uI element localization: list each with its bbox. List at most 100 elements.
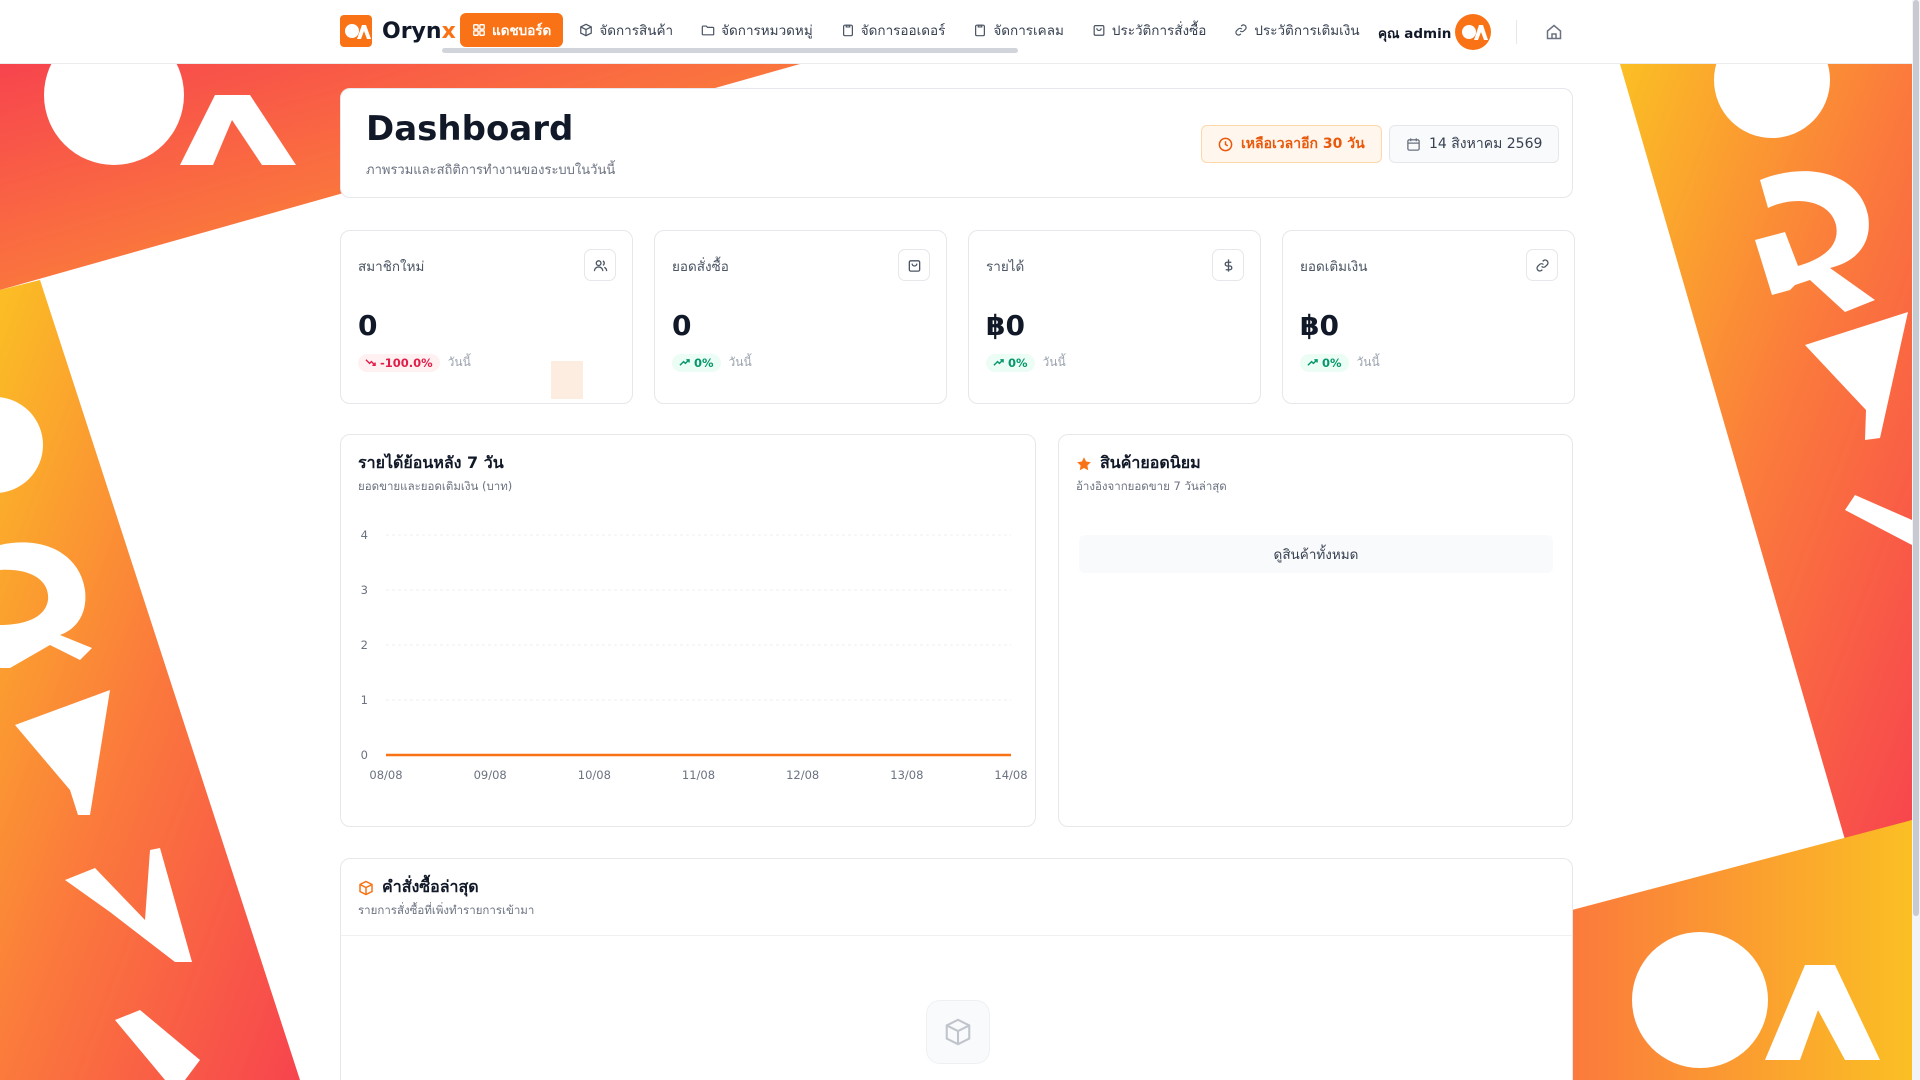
folder-icon — [701, 25, 715, 36]
nav-item-label: จัดการเคลม — [993, 23, 1064, 39]
stat-footer: 0% วันนี้ — [672, 353, 752, 372]
stat-value: ฿0 — [1300, 309, 1339, 342]
x-tick-label: 14/08 — [994, 768, 1027, 782]
stat-label: สมาชิกใหม่ — [358, 259, 425, 275]
stat-period: วันนี้ — [447, 355, 471, 369]
home-button[interactable] — [1542, 20, 1566, 44]
brand-logo-icon — [340, 15, 372, 47]
stat-value: 0 — [358, 309, 378, 342]
nav-item-label: ประวัติการสั่งซื้อ — [1111, 23, 1207, 39]
y-tick-label: 3 — [361, 583, 368, 597]
nav-item-dashboard[interactable]: แดชบอร์ด — [460, 13, 564, 47]
bag-icon — [1093, 25, 1105, 36]
stat-card-topups: ยอดเติมเงิน ฿0 0% วันนี้ — [1282, 230, 1575, 404]
revenue-chart-card: รายได้ย้อนหลัง 7 วัน ยอดขายและยอดเติมเงิ… — [340, 434, 1036, 827]
nav-divider — [1516, 20, 1517, 44]
box-icon — [580, 23, 593, 37]
trend-badge: -100.0% — [358, 353, 440, 372]
date-text: 14 สิงหาคม 2569 — [1429, 136, 1543, 152]
avatar[interactable] — [1455, 14, 1491, 50]
nav-item-label: จัดการหมวดหมู่ — [721, 23, 813, 39]
stat-footer: 0% วันนี้ — [1300, 353, 1380, 372]
card-subtitle: อ้างอิงจากยอดขาย 7 วันล่าสุด — [1076, 479, 1227, 493]
calendar-icon — [1407, 137, 1420, 151]
nav-item-orders[interactable]: จัดการออเดอร์ — [829, 13, 958, 47]
y-tick-label: 2 — [361, 638, 368, 652]
bag-icon — [898, 249, 930, 281]
trend-up-icon — [679, 359, 690, 366]
y-tick-label: 1 — [361, 693, 368, 707]
stat-label: รายได้ — [986, 259, 1025, 275]
stat-period: วันนี้ — [1356, 355, 1380, 369]
dollar-icon — [1212, 249, 1244, 281]
stat-card-new-members: สมาชิกใหม่ 0 -100.0% วันนี้ — [340, 230, 633, 404]
card-subtitle: รายการสั่งซื้อที่เพิ่งทำรายการเข้ามา — [358, 903, 535, 917]
stat-footer: -100.0% วันนี้ — [358, 353, 471, 372]
clock-icon — [1218, 137, 1233, 151]
nav-item-label: จัดการออเดอร์ — [860, 23, 946, 39]
clipboard-icon — [975, 24, 986, 37]
stat-period: วันนี้ — [728, 355, 752, 369]
x-tick-label: 10/08 — [578, 768, 611, 782]
stat-card-orders: ยอดสั่งซื้อ 0 0% วันนี้ — [654, 230, 947, 404]
stat-footer: 0% วันนี้ — [986, 353, 1066, 372]
nav-item-products[interactable]: จัดการสินค้า — [567, 13, 685, 47]
page-subtitle: ภาพรวมและสถิติการทำงานของระบบในวันนี้ — [366, 163, 616, 178]
y-tick-label: 0 — [361, 748, 368, 762]
stat-card-revenue: รายได้ ฿0 0% วันนี้ — [968, 230, 1261, 404]
nav-item-order-history[interactable]: ประวัติการสั่งซื้อ — [1080, 13, 1219, 47]
trend-badge: 0% — [986, 353, 1035, 372]
stat-value: 0 — [672, 309, 692, 342]
trend-down-icon — [365, 359, 376, 366]
time-left-badge: เหลือเวลาอีก 30 วัน — [1201, 125, 1382, 163]
decorative-block — [551, 361, 583, 399]
trend-badge: 0% — [1300, 353, 1349, 372]
link-icon — [1526, 249, 1558, 281]
divider — [341, 935, 1572, 936]
x-tick-label: 11/08 — [682, 768, 715, 782]
main-nav: แดชบอร์ด จัดการสินค้า จัดการหมวดหมู่ จัด… — [460, 13, 1372, 47]
nav-item-label: ประวัติการเติมเงิน — [1254, 23, 1360, 39]
nav-item-claims[interactable]: จัดการเคลม — [961, 13, 1076, 47]
link-icon — [1235, 24, 1248, 36]
brand[interactable]: Orynx — [340, 15, 456, 47]
users-icon — [584, 249, 616, 281]
view-all-products-button[interactable]: ดูสินค้าทั้งหมด — [1079, 535, 1553, 573]
page-header-card: Dashboard ภาพรวมและสถิติการทำงานของระบบใ… — [340, 88, 1573, 198]
nav-item-label: แดชบอร์ด — [492, 23, 552, 39]
clipboard-icon — [842, 24, 853, 37]
popular-products-card: สินค้ายอดนิยม อ้างอิงจากยอดขาย 7 วันล่าส… — [1058, 434, 1573, 827]
empty-state-box-icon — [926, 1000, 990, 1064]
x-tick-label: 12/08 — [786, 768, 819, 782]
home-icon — [1546, 24, 1562, 40]
trend-up-icon — [993, 359, 1004, 366]
box-icon — [359, 880, 373, 895]
y-tick-label: 4 — [361, 528, 368, 542]
nav-item-categories[interactable]: จัดการหมวดหมู่ — [689, 13, 825, 47]
time-left-text: เหลือเวลาอีก 30 วัน — [1241, 136, 1365, 152]
trend-up-icon — [1307, 359, 1318, 366]
card-title: สินค้ายอดนิยม — [1076, 451, 1201, 476]
x-tick-label: 09/08 — [474, 768, 507, 782]
grid-icon — [473, 24, 485, 36]
trend-badge: 0% — [672, 353, 721, 372]
nav-item-label: จัดการสินค้า — [599, 23, 674, 39]
nav-item-topup-history[interactable]: ประวัติการเติมเงิน — [1222, 13, 1371, 47]
x-tick-label: 08/08 — [369, 768, 402, 782]
stat-label: ยอดเติมเงิน — [1300, 259, 1368, 275]
star-icon — [1077, 456, 1091, 470]
stat-label: ยอดสั่งซื้อ — [672, 259, 729, 275]
x-tick-label: 13/08 — [890, 768, 923, 782]
scrollbar-thumb[interactable] — [1913, 0, 1919, 916]
revenue-line-chart: 0 1 2 3 4 08/08 09/08 10/08 11/08 12/08 13/08 14/08 — [361, 528, 1028, 782]
stat-value: ฿0 — [986, 309, 1025, 342]
user-name: คุณ admin — [1378, 26, 1452, 42]
stat-period: วันนี้ — [1042, 355, 1066, 369]
page-scrollbar[interactable] — [1912, 0, 1920, 1080]
nav-scrollbar[interactable] — [442, 48, 1018, 53]
recent-orders-card: คำสั่งซื้อล่าสุด รายการสั่งซื้อที่เพิ่งท… — [340, 858, 1573, 1080]
top-navbar: Orynx แดชบอร์ด จัดการสินค้า จัดการหมวดหม… — [0, 0, 1920, 64]
brand-name: Orynx — [382, 18, 456, 44]
date-badge: 14 สิงหาคม 2569 — [1389, 125, 1560, 163]
page-title: Dashboard — [366, 109, 574, 149]
